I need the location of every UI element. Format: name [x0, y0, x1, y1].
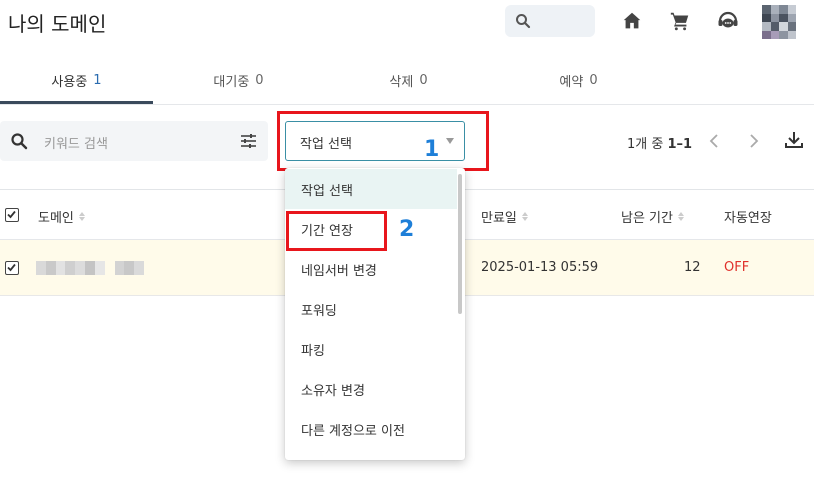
column-header-label: 남은 기간	[621, 211, 673, 226]
checkmark-icon	[7, 210, 16, 219]
page-title: 나의 도메인	[8, 12, 107, 36]
annotation-box-step1	[277, 111, 489, 171]
search-icon	[11, 133, 28, 150]
column-header-remaining[interactable]: 남은 기간	[621, 207, 684, 226]
header-search-button[interactable]	[505, 5, 595, 37]
column-header-label: 만료일	[481, 211, 517, 226]
tab-pending[interactable]: 대기중 0	[162, 55, 315, 105]
home-icon[interactable]	[619, 8, 645, 34]
dropdown-scrollbar[interactable]	[458, 174, 462, 314]
keyword-search-placeholder: 키워드 검색	[44, 137, 108, 152]
tab-label: 삭제	[389, 74, 414, 90]
tab-deleted[interactable]: 삭제 0	[332, 55, 485, 105]
annotation-step2-number: 2	[399, 217, 415, 242]
tab-in-use[interactable]: 사용중 1	[0, 55, 153, 105]
annotation-box-step2	[286, 211, 387, 251]
filter-icon[interactable]	[240, 133, 257, 149]
pagination-range: 1–1	[667, 137, 693, 152]
pagination-prefix: 1개 중	[627, 137, 668, 152]
expires-cell: 2025-01-13 05:59	[481, 260, 599, 275]
sort-icon	[677, 212, 684, 221]
row-checkbox[interactable]	[5, 261, 19, 275]
menu-item-parking[interactable]: 파킹	[285, 329, 457, 369]
column-header-expires[interactable]: 만료일	[481, 207, 528, 226]
tab-count: 0	[589, 72, 598, 88]
auto-renew-status[interactable]: OFF	[724, 260, 749, 275]
sort-icon	[521, 212, 528, 221]
tab-label: 대기중	[213, 74, 250, 90]
menu-item-select-action[interactable]: 작업 선택	[285, 169, 457, 209]
column-header-label: 도메인	[38, 211, 74, 226]
pagination-summary: 1개 중 1–1	[627, 133, 692, 152]
tab-count: 1	[93, 72, 102, 88]
remaining-cell: 12	[684, 260, 701, 275]
column-header-auto-renew: 자동연장	[724, 207, 772, 226]
cart-icon[interactable]	[667, 8, 693, 34]
tab-count: 0	[419, 72, 428, 88]
menu-item-change-owner[interactable]: 소유자 변경	[285, 369, 457, 409]
status-tabs: 사용중 1 대기중 0 삭제 0 예약 0	[0, 55, 814, 105]
chevron-right-icon	[750, 134, 759, 148]
checkmark-icon	[7, 263, 16, 272]
prev-page-button[interactable]	[704, 131, 724, 151]
column-header-domain[interactable]: 도메인	[38, 207, 85, 226]
download-icon[interactable]	[784, 130, 804, 150]
menu-item-transfer-account[interactable]: 다른 계정으로 이전	[285, 409, 457, 449]
avatar[interactable]	[762, 5, 796, 39]
active-tab-indicator	[0, 101, 153, 104]
tab-reserved[interactable]: 예약 0	[502, 55, 655, 105]
column-header-label: 자동연장	[724, 211, 772, 226]
tab-label: 예약	[559, 74, 584, 90]
search-icon	[516, 14, 531, 29]
menu-item-change-nameserver[interactable]: 네임서버 변경	[285, 249, 457, 289]
domain-name-redacted	[36, 261, 144, 275]
support-chat-icon[interactable]	[715, 8, 741, 34]
tab-label: 사용중	[51, 74, 88, 90]
menu-item-forwarding[interactable]: 포워딩	[285, 289, 457, 329]
sort-icon	[78, 212, 85, 221]
keyword-search-field[interactable]: 키워드 검색	[0, 121, 268, 161]
tab-count: 0	[255, 72, 264, 88]
annotation-step1-number: 1	[424, 137, 440, 162]
next-page-button[interactable]	[744, 131, 764, 151]
chevron-left-icon	[709, 134, 718, 148]
select-all-checkbox[interactable]	[5, 208, 19, 222]
